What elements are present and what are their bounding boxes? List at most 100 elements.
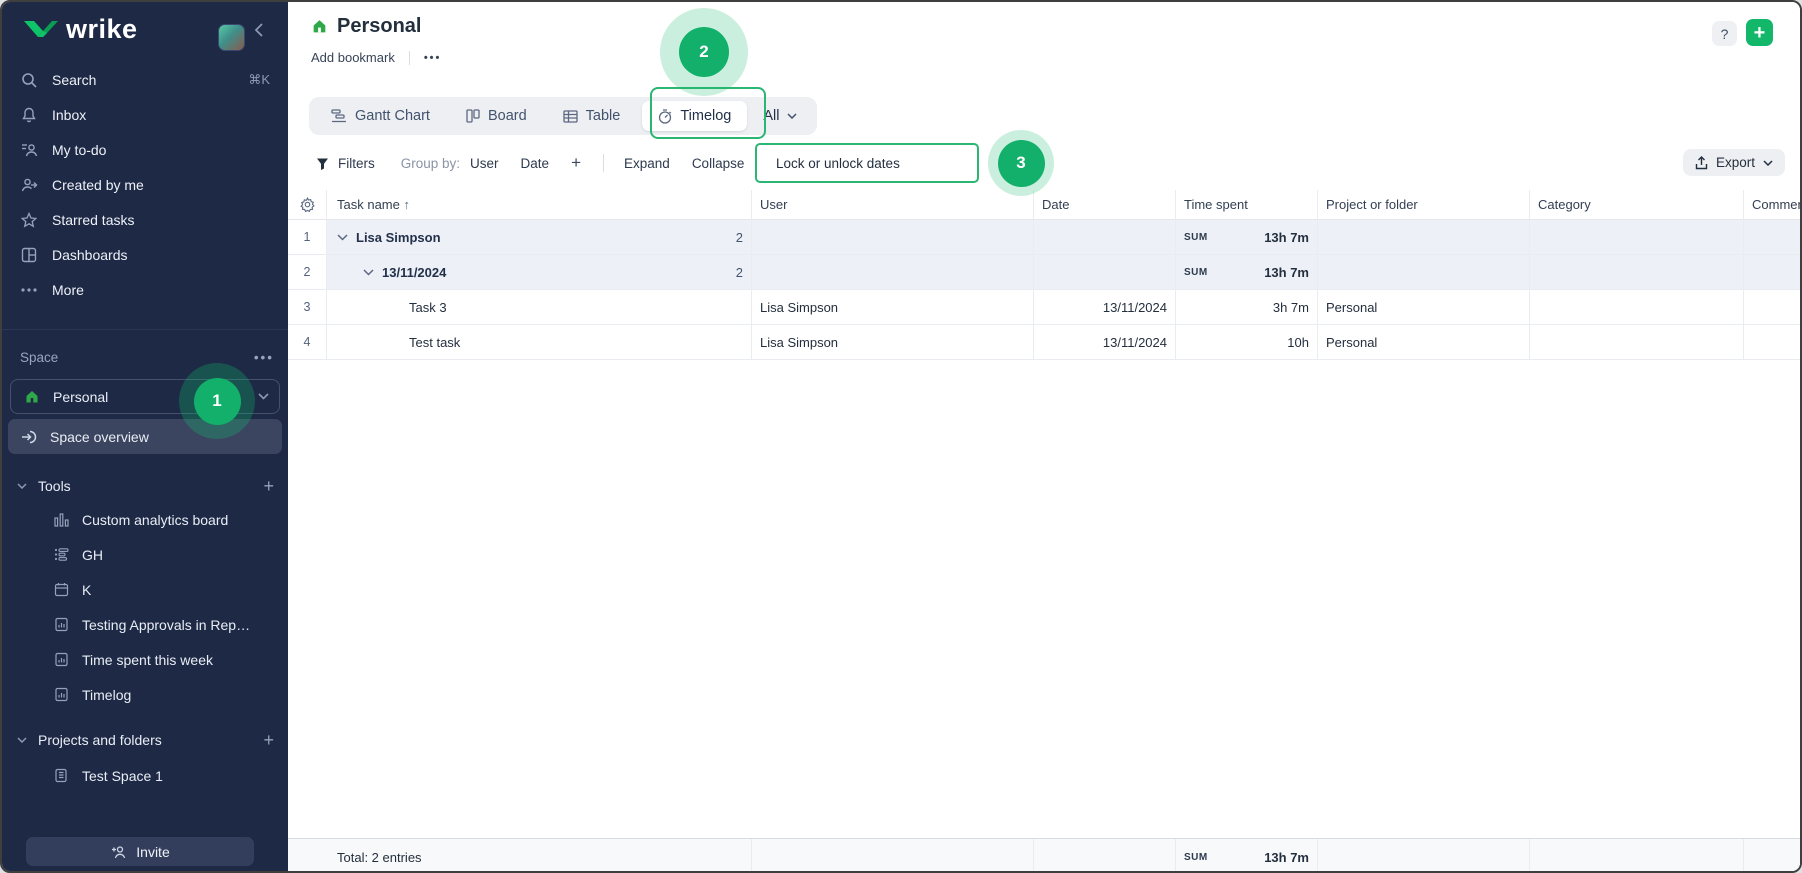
column-header-comment[interactable]: Comment	[1744, 190, 1802, 220]
filters-button[interactable]: Filters	[316, 156, 375, 171]
cell-category[interactable]	[1530, 220, 1744, 255]
search-icon	[20, 71, 38, 89]
wrike-check-icon	[22, 17, 58, 43]
sidebar-section-projects[interactable]: Projects and folders +	[16, 724, 274, 756]
column-header-project-or-folder[interactable]: Project or folder	[1318, 190, 1530, 220]
cell-project[interactable]: Personal	[1318, 290, 1530, 325]
table-row-group-date[interactable]: 2 13/11/2024 2 SUM 13h 7m	[288, 255, 1800, 290]
column-header-time-spent[interactable]: Time spent	[1176, 190, 1318, 220]
ellipsis-icon	[20, 281, 38, 299]
column-label: Project or folder	[1326, 197, 1418, 212]
sidebar-item-dashboards[interactable]: Dashboards	[2, 237, 288, 272]
chevron-down-icon[interactable]	[258, 393, 269, 400]
sidebar-item-more[interactable]: More	[2, 272, 288, 307]
sidebar-item-search[interactable]: Search ⌘K	[2, 62, 288, 97]
table-row-task[interactable]: 4 Test task Lisa Simpson 13/11/2024 10h …	[288, 325, 1800, 360]
cell-project[interactable]: Personal	[1318, 325, 1530, 360]
collapse-group-icon[interactable]	[363, 269, 374, 276]
sidebar-item-label: Starred tasks	[52, 212, 134, 228]
expand-button[interactable]: Expand	[624, 156, 670, 171]
sidebar-item-testing-approvals[interactable]: Testing Approvals in Rep…	[2, 607, 288, 642]
wrike-logo[interactable]: wrike	[22, 14, 138, 45]
footer-comment	[1744, 839, 1802, 873]
lock-or-unlock-dates-button[interactable]: Lock or unlock dates	[755, 143, 979, 183]
timelog-filter-dropdown[interactable]: All	[753, 108, 810, 124]
cell-date[interactable]	[1034, 220, 1176, 255]
cell-user[interactable]	[752, 220, 1034, 255]
help-button[interactable]: ?	[1712, 21, 1737, 46]
page-title: Personal	[337, 15, 421, 38]
sidebar-section-tools[interactable]: Tools +	[16, 470, 274, 502]
add-project-icon[interactable]: +	[263, 730, 274, 751]
cell-time-spent[interactable]: 10h	[1176, 325, 1318, 360]
tab-board[interactable]: Board	[450, 97, 543, 135]
cell-comment[interactable]	[1744, 325, 1802, 360]
sidebar-item-label: My to-do	[52, 142, 106, 158]
sort-asc-icon[interactable]: ↑	[404, 197, 411, 212]
sidebar-item-k[interactable]: K	[2, 572, 288, 607]
annotation-step-2: 2	[679, 27, 729, 77]
add-tool-icon[interactable]: +	[263, 476, 274, 497]
sidebar-item-my-todo[interactable]: My to-do	[2, 132, 288, 167]
invite-button[interactable]: Invite	[26, 837, 254, 866]
tab-gantt-chart[interactable]: Gantt Chart	[315, 97, 446, 135]
table-row-group-user[interactable]: 1 Lisa Simpson 2 SUM 13h 7m	[288, 220, 1800, 255]
header-more-icon[interactable]: •••	[424, 52, 442, 64]
sidebar-item-created-by-me[interactable]: Created by me	[2, 167, 288, 202]
collapse-button[interactable]: Collapse	[692, 156, 745, 171]
board-icon	[466, 109, 480, 123]
person-arrow-icon	[20, 176, 38, 194]
tab-table[interactable]: Table	[547, 97, 637, 135]
cell-category[interactable]	[1530, 325, 1744, 360]
cell-date[interactable]	[1034, 255, 1176, 290]
invite-person-icon	[110, 843, 128, 861]
cell-date[interactable]: 13/11/2024	[1034, 325, 1176, 360]
add-grouping-button[interactable]: +	[571, 153, 581, 173]
column-header-date[interactable]: Date	[1034, 190, 1176, 220]
cell-task-name[interactable]: Test task	[327, 325, 752, 360]
sidebar-item-label: Created by me	[52, 177, 144, 193]
cell-time-spent[interactable]: 3h 7m	[1176, 290, 1318, 325]
cell-user[interactable]: Lisa Simpson	[752, 290, 1034, 325]
sidebar-item-label: Testing Approvals in Rep…	[82, 617, 250, 633]
user-avatar[interactable]	[218, 24, 245, 51]
cell-user[interactable]: Lisa Simpson	[752, 325, 1034, 360]
tab-timelog[interactable]: Timelog	[642, 101, 747, 131]
group-by-label: Group by:	[401, 156, 460, 171]
divider	[603, 154, 604, 172]
cell-project[interactable]	[1318, 220, 1530, 255]
export-button[interactable]: Export	[1683, 149, 1785, 176]
sidebar-item-starred-tasks[interactable]: Starred tasks	[2, 202, 288, 237]
space-more-icon[interactable]: •••	[254, 350, 274, 365]
cell-task-name[interactable]: Task 3	[327, 290, 752, 325]
sidebar-item-custom-analytics-board[interactable]: Custom analytics board	[2, 502, 288, 537]
add-bookmark-button[interactable]: Add bookmark	[311, 50, 395, 65]
cell-date[interactable]: 13/11/2024	[1034, 290, 1176, 325]
cell-category[interactable]	[1530, 255, 1744, 290]
create-new-button[interactable]: +	[1746, 19, 1773, 46]
group-by-date[interactable]: Date	[521, 156, 550, 171]
sidebar-item-inbox[interactable]: Inbox	[2, 97, 288, 132]
sidebar-item-test-space-1[interactable]: Test Space 1	[2, 758, 288, 793]
column-header-user[interactable]: User	[752, 190, 1034, 220]
cell-user[interactable]	[752, 255, 1034, 290]
sidebar-collapse-icon[interactable]	[254, 22, 264, 38]
table-row-task[interactable]: 3 Task 3 Lisa Simpson 13/11/2024 3h 7m P…	[288, 290, 1800, 325]
column-header-task-name[interactable]: Task name ↑	[327, 190, 752, 220]
cell-project[interactable]	[1318, 255, 1530, 290]
annotation-step-1: 1	[194, 378, 241, 425]
sidebar-item-gh[interactable]: GH	[2, 537, 288, 572]
cell-comment[interactable]	[1744, 220, 1802, 255]
plus-icon: +	[1754, 23, 1766, 43]
tab-label: Timelog	[680, 108, 731, 124]
sidebar-item-time-spent-this-week[interactable]: Time spent this week	[2, 642, 288, 677]
group-by-user[interactable]: User	[470, 156, 499, 171]
sidebar-item-timelog[interactable]: Timelog	[2, 677, 288, 712]
table-settings-cell[interactable]	[288, 190, 327, 220]
cell-category[interactable]	[1530, 290, 1744, 325]
cell-comment[interactable]	[1744, 290, 1802, 325]
column-header-category[interactable]: Category	[1530, 190, 1744, 220]
collapse-group-icon[interactable]	[337, 234, 348, 241]
analytics-icon	[52, 511, 70, 529]
cell-comment[interactable]	[1744, 255, 1802, 290]
